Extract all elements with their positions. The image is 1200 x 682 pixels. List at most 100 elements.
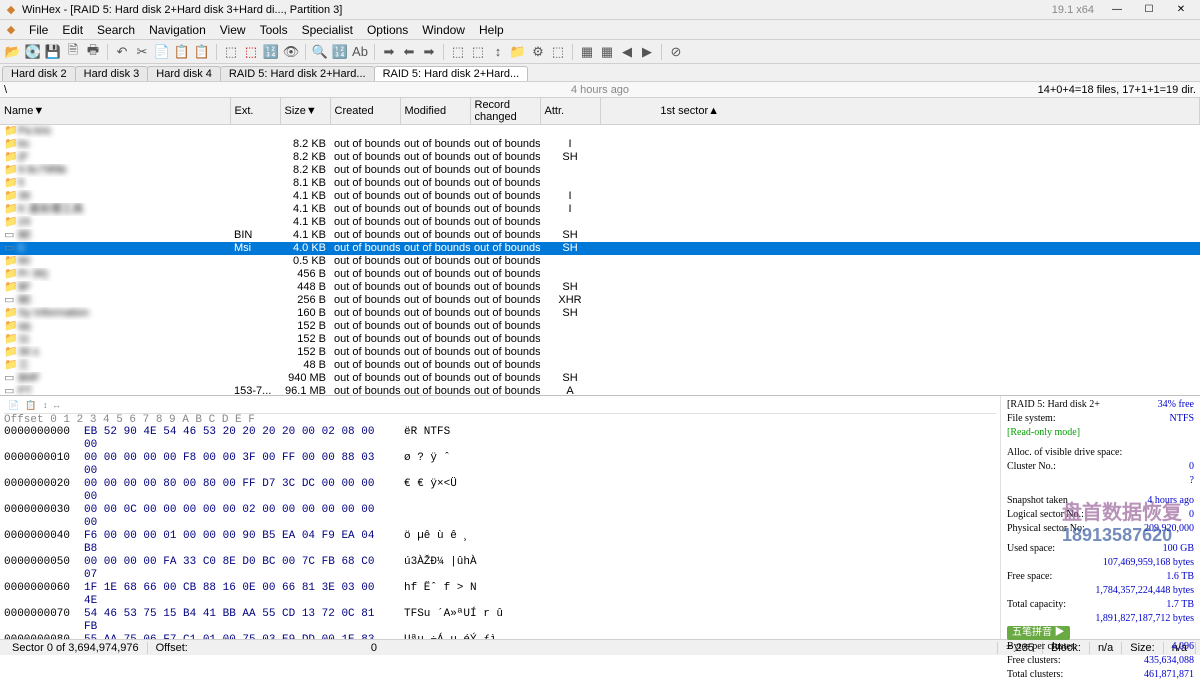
- menu-edit[interactable]: Edit: [55, 23, 90, 37]
- tool-text-icon[interactable]: Ab: [351, 43, 369, 61]
- tool-paste2-icon[interactable]: 📋: [193, 43, 211, 61]
- table-row[interactable]: 📁244.1 KBout of bounds ↑out of bounds ↑o…: [0, 216, 1200, 229]
- menu-window[interactable]: Window: [415, 23, 472, 37]
- tool-a1-icon[interactable]: ⬚: [222, 43, 240, 61]
- table-row[interactable]: 📁36 s152 Bout of bounds ↑out of bounds ↑…: [0, 346, 1200, 359]
- minimize-button[interactable]: —: [1102, 1, 1132, 19]
- col-created[interactable]: Created: [330, 98, 400, 125]
- maximize-button[interactable]: ☐: [1134, 1, 1164, 19]
- tool-b2-icon[interactable]: ⬚: [469, 43, 487, 61]
- tclust-label: Total clusters:: [1007, 668, 1063, 682]
- hex-row[interactable]: 0000000040F6 00 00 00 01 00 00 00 90 B5 …: [4, 530, 996, 556]
- table-row[interactable]: 📁Sy Information160 Bout of bounds ↑out o…: [0, 307, 1200, 320]
- tool-c1-icon[interactable]: ▦: [578, 43, 596, 61]
- tool-print-icon[interactable]: 🖶: [84, 43, 102, 61]
- close-button[interactable]: ✕: [1166, 1, 1196, 19]
- table-row[interactable]: 📁800.5 KBout of bounds ↑out of bounds ↑o…: [0, 255, 1200, 268]
- tool-save-icon[interactable]: 💾: [44, 43, 62, 61]
- tool-copy-icon[interactable]: 📄: [153, 43, 171, 61]
- tool-a4-icon[interactable]: 👁: [282, 43, 300, 61]
- table-row[interactable]: 📁K 遣处理工具4.1 KBout of bounds ↑out of boun…: [0, 203, 1200, 216]
- tool-goto-icon[interactable]: ➡: [380, 43, 398, 61]
- tool-b5-icon[interactable]: ⚙: [529, 43, 547, 61]
- tab-hd2[interactable]: Hard disk 2: [2, 66, 76, 81]
- menu-tools[interactable]: Tools: [253, 23, 295, 37]
- hex-row[interactable]: 000000001000 00 00 00 00 F8 00 00 3F 00 …: [4, 452, 996, 478]
- col-name[interactable]: Name▼: [0, 98, 230, 125]
- tool-disk-icon[interactable]: 💽: [24, 43, 42, 61]
- table-row[interactable]: ▭$EBIN4.1 KBout of bounds ↑out of bounds…: [0, 229, 1200, 242]
- table-row[interactable]: 📁364.1 KBout of bounds ↑out of bounds ↑o…: [0, 190, 1200, 203]
- hex-row[interactable]: 000000008055 AA 75 06 F7 C1 01 00 75 03 …: [4, 634, 996, 639]
- table-row[interactable]: ▭$E256 Bout of bounds ↑out of bounds ↑ou…: [0, 294, 1200, 307]
- tool-b6-icon[interactable]: ⬚: [549, 43, 567, 61]
- tool-c2-icon[interactable]: ▦: [598, 43, 616, 61]
- tool-stop-icon[interactable]: ⊘: [667, 43, 685, 61]
- table-row[interactable]: 📁Pr 36)456 Bout of bounds ↑out of bounds…: [0, 268, 1200, 281]
- tool-b4-icon[interactable]: 📁: [509, 43, 527, 61]
- tool-find-icon[interactable]: 🔍: [311, 43, 329, 61]
- hex-row[interactable]: 000000005000 00 00 00 FA 33 C0 8E D0 BC …: [4, 556, 996, 582]
- tool-b3-icon[interactable]: ↕: [489, 43, 507, 61]
- tool-a2-icon[interactable]: ⬚: [242, 43, 260, 61]
- tool-fwd-icon[interactable]: ➡: [420, 43, 438, 61]
- table-row[interactable]: 📁三48 Bout of bounds ↑out of bounds ↑out …: [0, 359, 1200, 372]
- tool-prev-icon[interactable]: ◀: [618, 43, 636, 61]
- tool-next-icon[interactable]: ▶: [638, 43, 656, 61]
- hex-row[interactable]: 000000003000 00 0C 00 00 00 00 00 02 00 …: [4, 504, 996, 530]
- table-row[interactable]: 📁58.1 KBout of bounds ↑out of bounds ↑ou…: [0, 177, 1200, 190]
- free-percent: 34% free: [1158, 398, 1194, 412]
- hex-row[interactable]: 00000000601F 1E 68 66 00 CB 88 16 0E 00 …: [4, 582, 996, 608]
- hex-row[interactable]: 000000002000 00 00 00 80 00 80 00 FF D7 …: [4, 478, 996, 504]
- table-row[interactable]: 📁ks8.2 KBout of bounds ↑out of bounds ↑o…: [0, 138, 1200, 151]
- tab-hd3[interactable]: Hard disk 3: [75, 66, 149, 81]
- menu-help[interactable]: Help: [472, 23, 511, 37]
- hex-editor[interactable]: 📄 📋 ↕ ↔ Offset 0 1 2 3 4 5 6 7 8 9 A B C…: [0, 396, 1200, 639]
- hex-row[interactable]: 0000000000EB 52 90 4E 54 46 53 20 20 20 …: [4, 426, 996, 452]
- menu-view[interactable]: View: [213, 23, 253, 37]
- tool-back-icon[interactable]: ⬅: [400, 43, 418, 61]
- table-row[interactable]: 📁9 8c79f9b8.2 KBout of bounds ↑out of bo…: [0, 164, 1200, 177]
- table-row[interactable]: ▭0Msi4.0 KBout of bounds ↑out of bounds …: [0, 242, 1200, 255]
- tool-open-icon[interactable]: 📂: [4, 43, 22, 61]
- column-headers[interactable]: Name▼ Ext. Size▼ Created Modified Record…: [0, 98, 1200, 125]
- menu-navigation[interactable]: Navigation: [142, 23, 213, 37]
- hex-tool-icon[interactable]: 📄: [8, 401, 19, 411]
- table-row[interactable]: 📁qq152 Bout of bounds ↑out of bounds ↑ou…: [0, 320, 1200, 333]
- col-modified[interactable]: Modified: [400, 98, 470, 125]
- hex-tool-icon[interactable]: 📋: [25, 401, 36, 411]
- hex-tool-icon[interactable]: ↕: [42, 401, 47, 411]
- ime-indicator[interactable]: 五笔拼音 ▶: [1007, 626, 1070, 640]
- menu-search[interactable]: Search: [90, 23, 142, 37]
- tool-undo-icon[interactable]: ↶: [113, 43, 131, 61]
- hex-tool-icon[interactable]: ↔: [54, 401, 59, 411]
- tab-hd4[interactable]: Hard disk 4: [147, 66, 221, 81]
- col-record[interactable]: Record changed: [470, 98, 540, 125]
- tab-raid-b[interactable]: RAID 5: Hard disk 2+Hard...: [374, 66, 529, 81]
- table-row[interactable]: ▭$MF940 MBout of bounds ↑out of bounds ↑…: [0, 372, 1200, 385]
- col-size[interactable]: Size▼: [280, 98, 330, 125]
- col-sector[interactable]: 1st sector▲: [600, 98, 1200, 125]
- table-row[interactable]: 📁11152 Bout of bounds ↑out of bounds ↑ou…: [0, 333, 1200, 346]
- menu-options[interactable]: Options: [360, 23, 415, 37]
- tool-a3-icon[interactable]: 🔢: [262, 43, 280, 61]
- cluster-value: 0: [1189, 460, 1194, 474]
- table-row[interactable]: 📁Pa kric: [0, 125, 1200, 139]
- table-row[interactable]: 📁$F448 Bout of bounds ↑out of bounds ↑ou…: [0, 281, 1200, 294]
- tool-image-icon[interactable]: 🗎: [64, 43, 82, 61]
- fclust-value: 435,634,088: [1144, 654, 1194, 668]
- col-attr[interactable]: Attr.: [540, 98, 600, 125]
- editor-tabs: Hard disk 2 Hard disk 3 Hard disk 4 RAID…: [0, 64, 1200, 82]
- tab-raid-a[interactable]: RAID 5: Hard disk 2+Hard...: [220, 66, 375, 81]
- table-row[interactable]: ▭PT153-7...96.1 MBout of bounds ↑out of …: [0, 385, 1200, 396]
- col-ext[interactable]: Ext.: [230, 98, 280, 125]
- tool-hex-icon[interactable]: 🔢: [331, 43, 349, 61]
- tool-cut-icon[interactable]: ✂: [133, 43, 151, 61]
- menu-specialist[interactable]: Specialist: [295, 23, 360, 37]
- file-list[interactable]: Name▼ Ext. Size▼ Created Modified Record…: [0, 98, 1200, 396]
- tool-b1-icon[interactable]: ⬚: [449, 43, 467, 61]
- menu-file[interactable]: File: [22, 23, 55, 37]
- hex-row[interactable]: 000000007054 46 53 75 15 B4 41 BB AA 55 …: [4, 608, 996, 634]
- table-row[interactable]: 📁(F8.2 KBout of bounds ↑out of bounds ↑o…: [0, 151, 1200, 164]
- tool-paste-icon[interactable]: 📋: [173, 43, 191, 61]
